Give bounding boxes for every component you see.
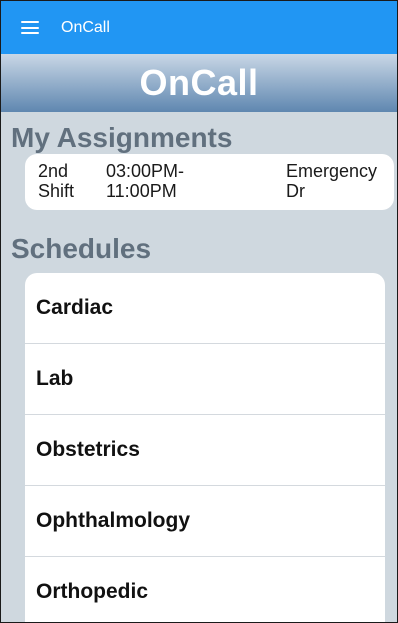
assignment-time: 03:00PM- 11:00PM (106, 161, 184, 201)
assignment-shift-line: Shift (38, 181, 75, 201)
assignment-department-line: Dr (286, 181, 305, 201)
assignment-card[interactable]: 2nd Shift 03:00PM- 11:00PM Emergency Dr (25, 154, 394, 210)
header-banner: OnCall (1, 54, 397, 112)
app-bar-title: OnCall (61, 18, 110, 36)
schedule-item-orthopedic[interactable]: Orthopedic (25, 557, 385, 622)
assignment-time-line: 03:00PM- (106, 161, 185, 181)
schedules-heading: Schedules (11, 233, 152, 264)
schedules-list: Cardiac Lab Obstetrics Ophthalmology Ort… (25, 273, 385, 622)
assignment-department: Emergency Dr (286, 161, 377, 201)
page-title: OnCall (139, 62, 259, 103)
assignment-shift-line: 2nd (38, 161, 69, 181)
hamburger-menu-icon[interactable] (21, 21, 39, 34)
schedule-item-lab[interactable]: Lab (25, 344, 385, 415)
assignment-department-line: Emergency (286, 161, 378, 181)
schedule-item-ophthalmology[interactable]: Ophthalmology (25, 486, 385, 557)
assignments-heading: My Assignments (11, 122, 233, 153)
assignment-time-line: 11:00PM (106, 181, 177, 201)
app-bar: OnCall (1, 1, 397, 54)
app-frame: OnCall OnCall My Assignments 2nd Shift 0… (0, 0, 398, 623)
schedule-item-cardiac[interactable]: Cardiac (25, 273, 385, 344)
schedule-item-obstetrics[interactable]: Obstetrics (25, 415, 385, 486)
assignment-shift: 2nd Shift (38, 161, 74, 201)
